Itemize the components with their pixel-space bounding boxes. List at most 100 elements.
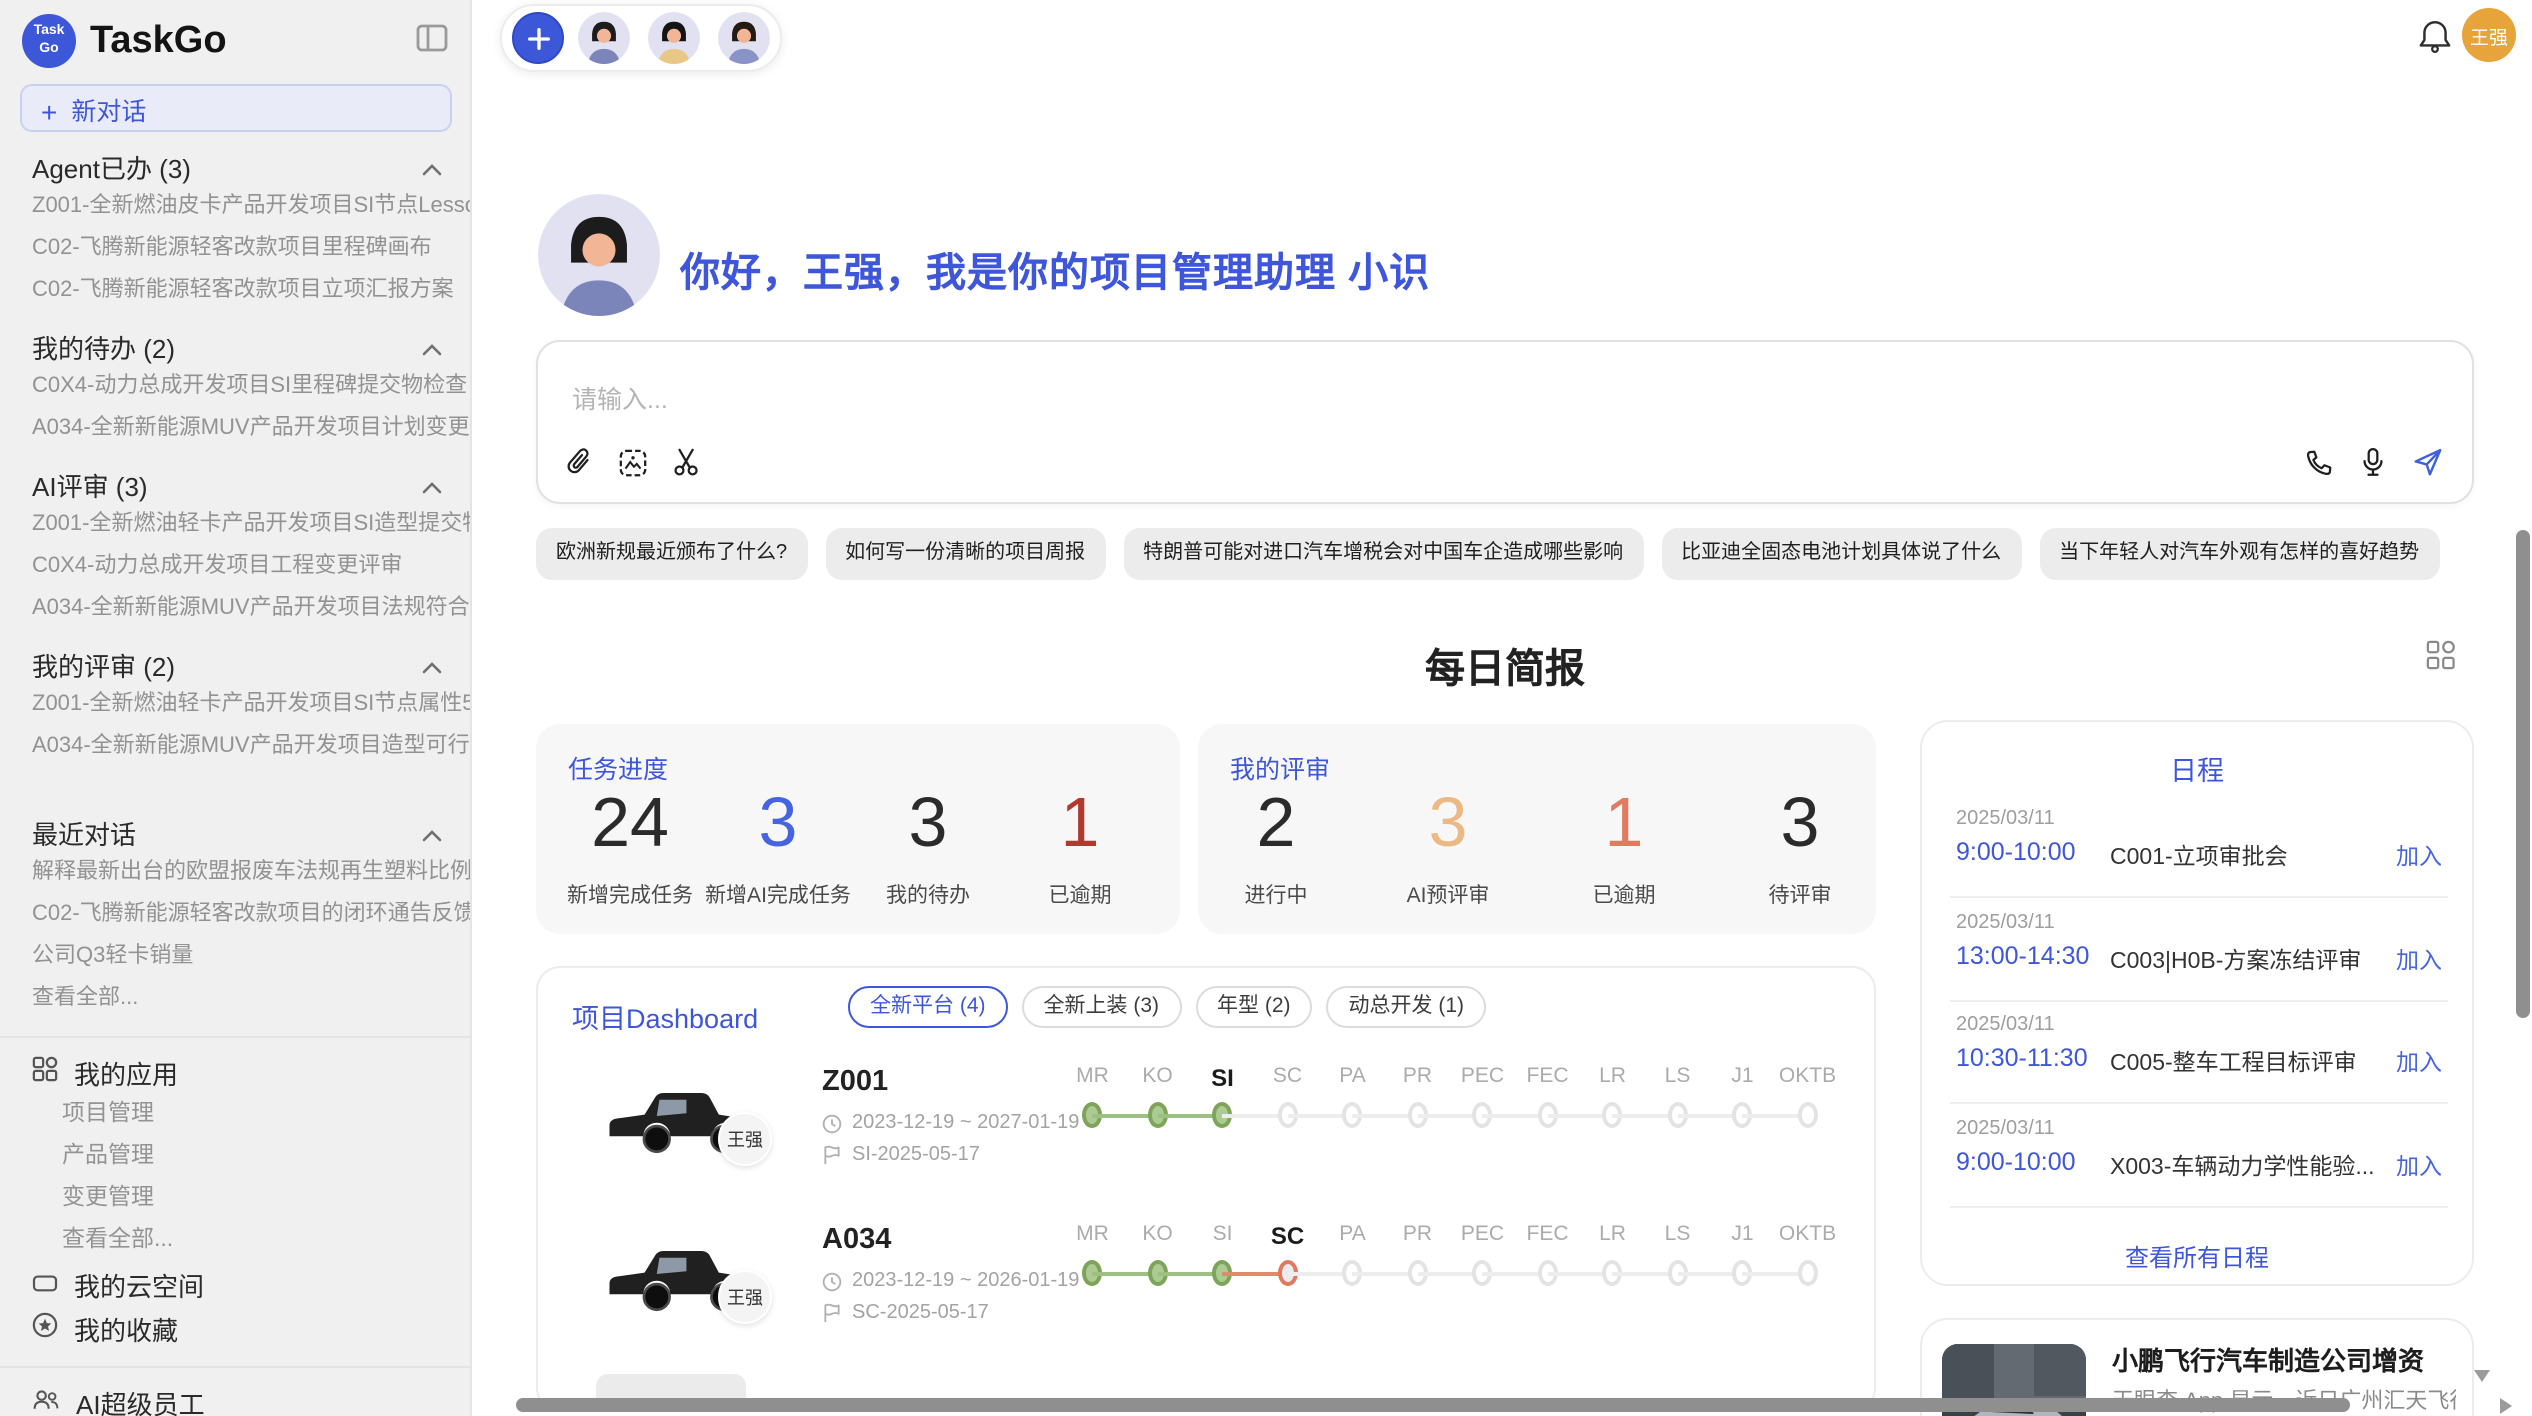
phone-icon[interactable]: [2304, 446, 2334, 478]
stat-group[interactable]: 3AI预评审: [1368, 784, 1528, 910]
sidebar-item[interactable]: C02-飞腾新能源轻客改款项目里程碑画布: [0, 228, 470, 270]
conversation-avatar[interactable]: [578, 12, 630, 64]
sidebar-item[interactable]: C0X4-动力总成开发项目工程变更评审: [0, 546, 470, 588]
schedule-meeting-name: C001-立项审批会: [2110, 840, 2288, 872]
schedule-item: 2025/03/1113:00-14:30C003|H0B-方案冻结评审加入: [1922, 905, 2476, 997]
project-row[interactable]: 王强Z0012023-12-19 ~ 2027-01-19SI-2025-05-…: [538, 1056, 1874, 1214]
sidebar-item[interactable]: C02-飞腾新能源轻客改款项目立项汇报方案: [0, 270, 470, 312]
stat-group[interactable]: 1已逾期: [1544, 784, 1704, 910]
milestone-label: MR: [1060, 1222, 1126, 1246]
suggestion-chip[interactable]: 特朗普可能对进口汽车增税会对中国车企造成哪些影响: [1123, 528, 1643, 580]
image-upload-icon[interactable]: [618, 446, 648, 478]
attachment-icon[interactable]: [564, 446, 594, 478]
suggestion-chip[interactable]: 当下年轻人对汽车外观有怎样的喜好趋势: [2039, 528, 2439, 580]
sidebar-item-my-apps[interactable]: 我的应用: [0, 1050, 470, 1094]
join-meeting-link[interactable]: 加入: [2396, 1046, 2442, 1078]
milestone-dot[interactable]: [1798, 1102, 1818, 1128]
dashboard-tab[interactable]: 年型 (2): [1195, 986, 1313, 1028]
suggestion-chips: 欧洲新规最近颁布了什么? 如何写一份清晰的项目周报特朗普可能对进口汽车增税会对中国…: [536, 528, 2496, 580]
project-owner-badge: 王强: [718, 1270, 772, 1324]
horizontal-scrollbar[interactable]: [516, 1398, 2350, 1412]
suggestion-chip[interactable]: 欧洲新规最近颁布了什么?: [536, 528, 807, 580]
milestone-label: PEC: [1450, 1064, 1516, 1088]
sidebar-item[interactable]: 解释最新出台的欧盟报废车法规再生塑料比例被调至15%...: [0, 852, 470, 894]
stat-value: 1: [1544, 784, 1704, 864]
sidebar-section-header[interactable]: Agent已办 (3): [0, 146, 470, 186]
schedule-card: 日程 2025/03/119:00-10:00C001-立项审批会加入2025/…: [1920, 720, 2474, 1286]
milestone-track: MRKOSISCPAPRPECFECLRLSJ1OKTB: [1060, 1214, 1840, 1372]
stat-label: 新增AI完成任务: [698, 880, 858, 910]
sidebar-section-header[interactable]: 最近对话: [0, 812, 470, 852]
stat-group[interactable]: 3新增AI完成任务: [698, 784, 858, 910]
briefing-layout-icon[interactable]: [2426, 640, 2456, 680]
conversation-avatar[interactable]: [648, 12, 700, 64]
chat-input[interactable]: 请输入...: [536, 340, 2474, 504]
sidebar-item[interactable]: Z001-全新燃油轻卡产品开发项目SI节点属性5D文件评审: [0, 684, 470, 726]
stat-value: 3: [848, 784, 1008, 864]
stat-group[interactable]: 24新增完成任务: [550, 784, 710, 910]
milestone-dot[interactable]: [1798, 1260, 1818, 1286]
sidebar-item[interactable]: A034-全新新能源MUV产品开发项目计划变更表编写: [0, 408, 470, 450]
assistant-avatar: [538, 194, 660, 316]
stat-label: AI预评审: [1368, 880, 1528, 910]
scroll-down-arrow-icon[interactable]: [2474, 1370, 2490, 1382]
join-meeting-link[interactable]: 加入: [2396, 943, 2442, 975]
new-chat-button[interactable]: +新对话: [19, 84, 451, 132]
milestone-label: MR: [1060, 1064, 1126, 1088]
milestone-label: LR: [1580, 1064, 1646, 1088]
sidebar-divider: [0, 1366, 470, 1368]
sidebar-item[interactable]: C0X4-动力总成开发项目SI里程碑提交物检查: [0, 366, 470, 408]
sidebar-item[interactable]: Z001-全新燃油皮卡产品开发项目SI节点Lesson Learn报告: [0, 186, 470, 228]
sidebar-app-subitem[interactable]: 产品管理: [0, 1136, 470, 1178]
add-conversation-button[interactable]: [512, 12, 564, 64]
dashboard-tab[interactable]: 动总开发 (1): [1327, 986, 1487, 1028]
stat-value: 2: [1196, 784, 1356, 864]
dashboard-tab[interactable]: 全新平台 (4): [848, 986, 1008, 1028]
news-title: 小鹏飞行汽车制造公司增资: [2112, 1340, 2424, 1378]
join-meeting-link[interactable]: 加入: [2396, 840, 2442, 872]
join-meeting-link[interactable]: 加入: [2396, 1149, 2442, 1181]
dashboard-tab[interactable]: 全新上装 (3): [1022, 986, 1182, 1028]
vertical-scrollbar[interactable]: [2516, 530, 2530, 1018]
app-root: TaskGo TaskGo +新对话 Agent已办 (3)Z001-全新燃油皮…: [0, 0, 2532, 1416]
notification-bell-icon[interactable]: [2418, 18, 2452, 64]
sidebar-item[interactable]: A034-全新新能源MUV产品开发项目造型可行性评审: [0, 726, 470, 768]
sidebar-app-subitem[interactable]: 查看全部...: [0, 1220, 470, 1262]
sidebar-item-my-cloud[interactable]: 我的云空间: [0, 1262, 470, 1306]
sidebar-item[interactable]: A034-全新新能源MUV产品开发项目法规符合性评审: [0, 588, 470, 630]
stat-group[interactable]: 3待评审: [1720, 784, 1880, 910]
stat-group[interactable]: 3我的待办: [848, 784, 1008, 910]
scissors-icon[interactable]: [672, 446, 702, 478]
send-icon[interactable]: [2412, 446, 2444, 478]
stat-label: 进行中: [1196, 880, 1356, 910]
project-row[interactable]: 王强A0342023-12-19 ~ 2026-01-19SC-2025-05-…: [538, 1214, 1874, 1372]
sidebar-item[interactable]: 公司Q3轻卡销量: [0, 936, 470, 978]
team-icon: [32, 1387, 60, 1416]
mic-icon[interactable]: [2358, 446, 2388, 478]
conversation-avatar[interactable]: [718, 12, 770, 64]
stat-group[interactable]: 2 进行中: [1196, 784, 1356, 910]
sidebar-section-header[interactable]: 我的待办 (2): [0, 326, 470, 366]
suggestion-chip[interactable]: 比亚迪全固态电池计划具体说了什么: [1661, 528, 2021, 580]
sidebar-item-my-favorites[interactable]: 我的收藏: [0, 1306, 470, 1350]
sidebar-section-header[interactable]: 我的评审 (2): [0, 644, 470, 684]
sidebar-app-subitem[interactable]: 项目管理: [0, 1094, 470, 1136]
sidebar-item[interactable]: C02-飞腾新能源轻客改款项目的闭环通告反馈情况: [0, 894, 470, 936]
sidebar-app-subitem[interactable]: 变更管理: [0, 1178, 470, 1220]
milestone-label: LS: [1645, 1222, 1711, 1246]
scroll-right-arrow-icon[interactable]: [2500, 1398, 2512, 1414]
milestone-label: SI: [1190, 1064, 1256, 1092]
sidebar-section-header[interactable]: AI评审 (3): [0, 464, 470, 504]
suggestion-chip[interactable]: 如何写一份清晰的项目周报: [825, 528, 1105, 580]
sidebar-item[interactable]: Z001-全新燃油轻卡产品开发项目SI造型提交物评审: [0, 504, 470, 546]
user-avatar[interactable]: 王强: [2462, 8, 2516, 62]
view-all-schedule-link[interactable]: 查看所有日程: [1922, 1240, 2472, 1274]
project-dashboard-card: 项目Dashboard 全新平台 (4)全新上装 (3)年型 (2)动总开发 (…: [536, 966, 1876, 1412]
project-code: Z001: [822, 1066, 888, 1098]
sidebar-item[interactable]: 查看全部...: [0, 978, 470, 1020]
milestone-label: OKTB: [1775, 1222, 1841, 1246]
sidebar-item-ai-staff[interactable]: AI超级员工: [0, 1380, 470, 1416]
stat-value: 3: [1720, 784, 1880, 864]
stat-group[interactable]: 1已逾期: [1000, 784, 1160, 910]
sidebar-collapse-icon[interactable]: [416, 24, 448, 62]
